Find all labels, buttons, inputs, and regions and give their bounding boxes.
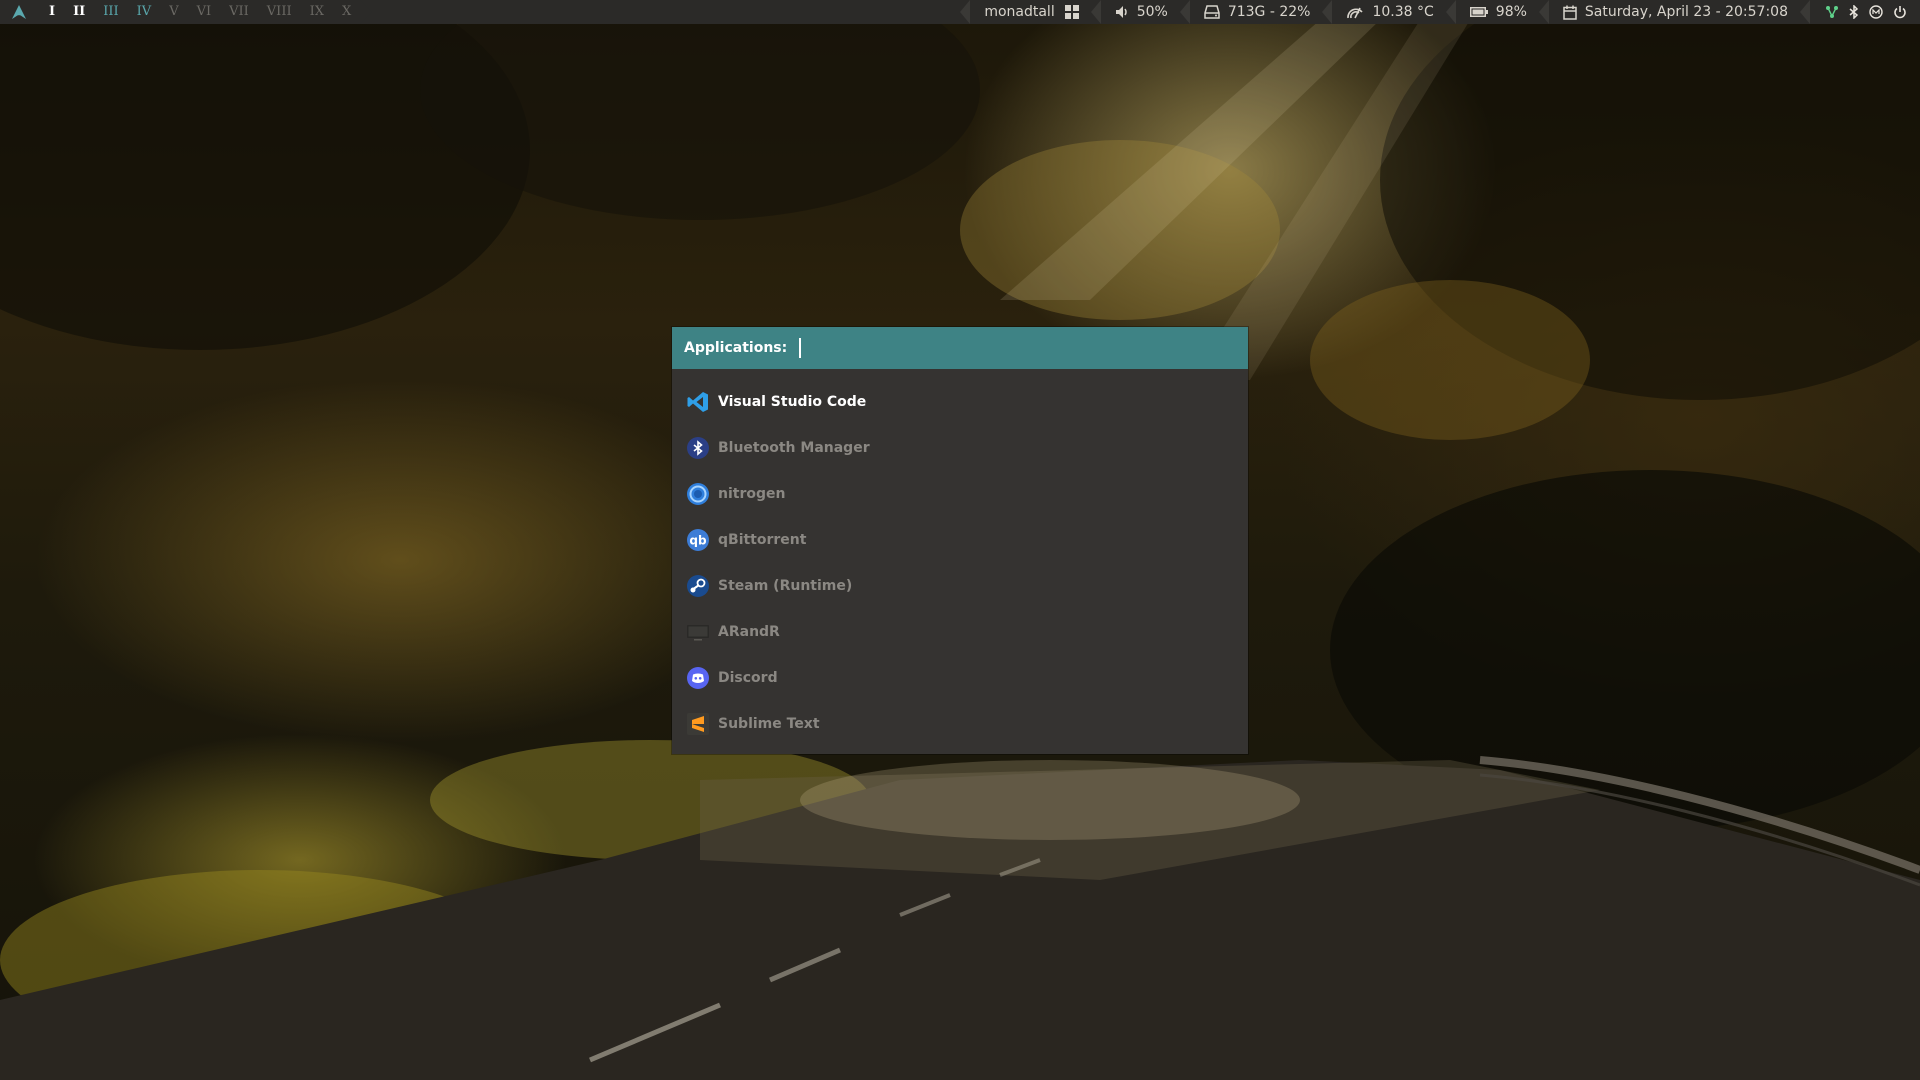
- vpn-icon[interactable]: [1869, 5, 1883, 19]
- panel-separator: [960, 0, 971, 24]
- workspace-5[interactable]: V: [160, 0, 187, 24]
- clock-widget[interactable]: Saturday, April 23 - 20:57:08: [1548, 0, 1800, 24]
- speaker-icon: [1115, 5, 1129, 19]
- launcher-results: Visual Studio Code Bluetooth Manager nitro…: [672, 369, 1248, 747]
- app-launcher: Applications: Visual Studio Code Bluetoot…: [672, 327, 1248, 754]
- workspace-4[interactable]: IV: [128, 0, 161, 24]
- workspace-2[interactable]: II: [64, 0, 94, 24]
- launcher-item-sublime-text[interactable]: Sublime Text: [672, 701, 1248, 747]
- gauge-icon: [1346, 4, 1364, 20]
- battery-value: 98%: [1495, 4, 1527, 20]
- disk-widget[interactable]: 713G - 22%: [1189, 0, 1323, 24]
- steam-icon: [684, 572, 712, 600]
- status-widgets: monadtall 50% 713G - 22% 10.38 °C 98% Sa…: [960, 0, 1920, 24]
- launcher-item-label: ARandR: [718, 624, 780, 640]
- panel-separator: [1445, 0, 1456, 24]
- power-icon[interactable]: [1893, 5, 1907, 19]
- launcher-item-label: Discord: [718, 670, 778, 686]
- layout-icon: [1064, 5, 1079, 19]
- nitrogen-icon: [684, 480, 712, 508]
- bluetooth-manager-icon: [684, 434, 712, 462]
- launcher-item-discord[interactable]: Discord: [672, 655, 1248, 701]
- bluetooth-icon[interactable]: [1849, 5, 1859, 19]
- launcher-item-nitrogen[interactable]: nitrogen: [672, 471, 1248, 517]
- svg-text:qb: qb: [689, 534, 707, 548]
- workspace-8[interactable]: VIII: [258, 0, 301, 24]
- workspace-3[interactable]: III: [94, 0, 127, 24]
- launcher-item-arandr[interactable]: ARandR: [672, 609, 1248, 655]
- sublime-text-icon: [684, 710, 712, 738]
- workspace-1[interactable]: I: [40, 0, 64, 24]
- launcher-item-label: Bluetooth Manager: [718, 440, 870, 456]
- calendar-icon: [1563, 5, 1577, 20]
- system-tray: [1810, 0, 1920, 24]
- network-icon[interactable]: [1825, 5, 1839, 19]
- launcher-item-steam[interactable]: Steam (Runtime): [672, 563, 1248, 609]
- temperature-value: 10.38 °C: [1372, 4, 1434, 20]
- panel-separator: [1800, 0, 1810, 24]
- panel-separator: [360, 0, 373, 24]
- launcher-prompt: Applications:: [684, 340, 788, 356]
- launcher-item-label: Visual Studio Code: [718, 394, 867, 410]
- panel-gap: [372, 0, 960, 24]
- panel-separator: [1322, 0, 1333, 24]
- volume-widget[interactable]: 50%: [1100, 0, 1180, 24]
- vscode-icon: [684, 388, 712, 416]
- workspace-9[interactable]: IX: [301, 0, 333, 24]
- top-panel: IIIIIIIVVVIVIIVIIIIXX monadtall: [0, 0, 1920, 24]
- battery-icon: [1469, 7, 1488, 17]
- launcher-item-label: qBittorrent: [718, 532, 807, 548]
- launcher-item-qbittorrent[interactable]: qb qBittorrent: [672, 517, 1248, 563]
- launcher-item-label: Steam (Runtime): [718, 578, 853, 594]
- workspace-6[interactable]: VI: [188, 0, 221, 24]
- temperature-widget[interactable]: 10.38 °C: [1332, 0, 1446, 24]
- panel-separator: [1179, 0, 1190, 24]
- panel-separator: [1090, 0, 1101, 24]
- workspace-switcher: I II III IV V VI VII VIII IX X: [40, 0, 360, 24]
- discord-icon: [684, 664, 712, 692]
- battery-widget[interactable]: 98%: [1455, 0, 1539, 24]
- disk-value: 713G - 22%: [1227, 4, 1311, 20]
- workspace-7[interactable]: VII: [220, 0, 258, 24]
- panel-separator: [1538, 0, 1549, 24]
- layout-widget[interactable]: monadtall: [970, 0, 1091, 24]
- arch-logo-icon[interactable]: [8, 1, 30, 23]
- workspace-10[interactable]: X: [333, 0, 360, 24]
- launcher-item-vscode[interactable]: Visual Studio Code: [672, 379, 1248, 425]
- launcher-item-label: Sublime Text: [718, 716, 820, 732]
- layout-name: monadtall: [984, 4, 1055, 20]
- volume-value: 50%: [1136, 4, 1168, 20]
- launcher-item-label: nitrogen: [718, 486, 786, 502]
- datetime-value: Saturday, April 23 - 20:57:08: [1584, 4, 1788, 20]
- text-caret: [799, 338, 802, 358]
- launcher-search-bar[interactable]: Applications:: [672, 327, 1248, 369]
- launcher-item-bluetooth-manager[interactable]: Bluetooth Manager: [672, 425, 1248, 471]
- qbittorrent-icon: qb: [684, 526, 712, 554]
- hard-drive-icon: [1204, 5, 1220, 19]
- arandr-icon: [684, 618, 712, 646]
